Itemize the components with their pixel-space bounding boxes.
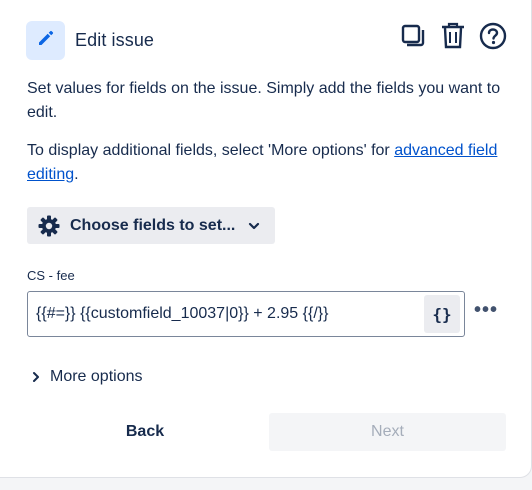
field-label: CS - fee (27, 268, 75, 283)
more-options-label: More options (50, 368, 143, 385)
description-text: Set values for fields on the issue. Simp… (27, 80, 501, 121)
smart-value-button[interactable]: {} (424, 295, 460, 333)
back-button[interactable]: Back (27, 413, 263, 451)
copy-button[interactable] (399, 22, 427, 54)
more-options-toggle[interactable]: More options (30, 365, 143, 389)
field-value-input[interactable]: {{#=}} {{customfield_10037|0}} + 2.95 {{… (27, 291, 465, 337)
delete-button[interactable] (439, 22, 467, 54)
choose-fields-label: Choose fields to set... (70, 216, 236, 234)
gear-icon (38, 215, 60, 237)
help-icon (479, 22, 507, 55)
field-value-text[interactable]: {{#=}} {{customfield_10037|0}} + 2.95 {{… (28, 305, 424, 323)
help-button[interactable] (479, 22, 507, 54)
field-more-button[interactable]: ••• (472, 299, 500, 321)
hint-suffix: . (74, 166, 79, 183)
edit-issue-panel: Edit issue Set values for fields on the … (0, 0, 532, 478)
advanced-editing-hint: To display additional fields, select 'Mo… (27, 139, 517, 187)
page-title: Edit issue (75, 29, 155, 50)
choose-fields-button[interactable]: Choose fields to set... (27, 207, 275, 244)
hint-prefix: To display additional fields, select 'Mo… (27, 142, 395, 159)
next-button[interactable]: Next (269, 413, 506, 451)
panel-header: Edit issue (26, 20, 507, 60)
pencil-icon (36, 28, 56, 53)
chevron-down-icon (247, 219, 261, 233)
trash-icon (440, 22, 466, 55)
header-actions (399, 22, 507, 54)
copy-icon (400, 23, 426, 54)
edit-issue-badge (26, 20, 65, 60)
chevron-right-icon (30, 371, 42, 383)
